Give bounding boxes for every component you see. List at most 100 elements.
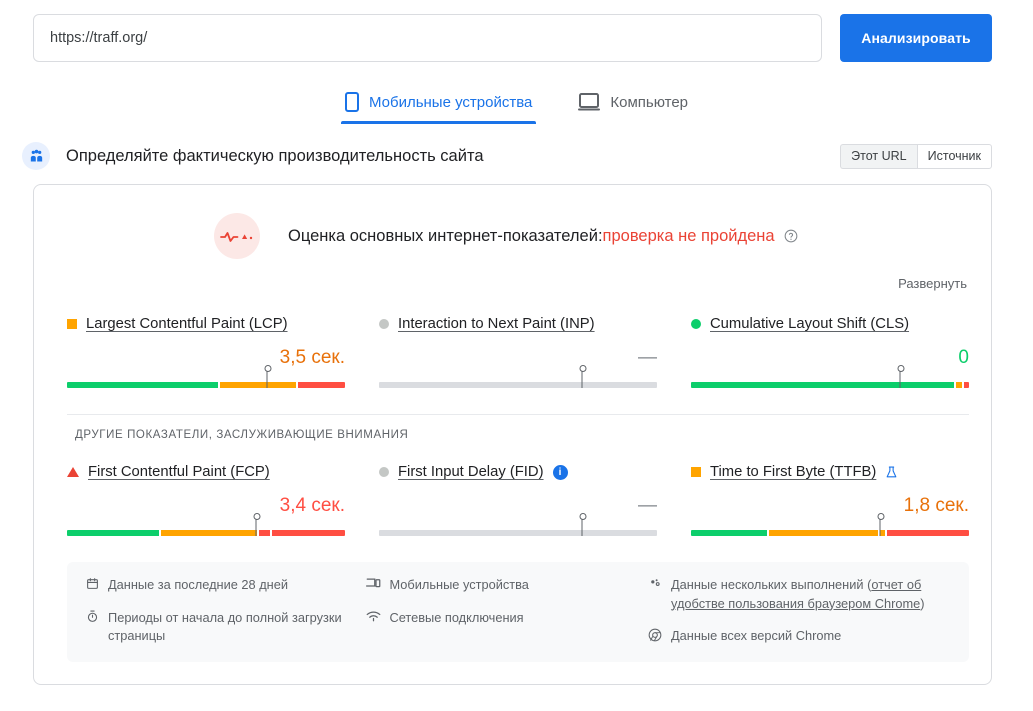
- meta-item-network: Сетевые подключения: [366, 609, 629, 628]
- status-dot-icon: [379, 467, 389, 477]
- metric-cls-bar: [691, 365, 969, 390]
- bar-segment-needs-improvement: [219, 382, 297, 388]
- other-metrics-heading: Другие показатели, заслуживающие внимани…: [75, 429, 409, 441]
- bar-needle: [253, 513, 261, 536]
- metric-cls-head: Cumulative Layout Shift (CLS): [691, 313, 969, 335]
- meta-item-visitors: Данные нескольких выполнений (отчет об у…: [648, 576, 951, 613]
- bar-segment-nodata: [379, 382, 657, 388]
- meta-item-device: Мобильные устройства: [366, 576, 629, 595]
- meta-item-label: Данные всех версий Chrome: [670, 628, 842, 644]
- metric-fcp: First Contentful Paint (FCP) 3,4 сек.: [67, 461, 345, 540]
- scope-origin[interactable]: Источник: [916, 143, 992, 169]
- metric-ttfb-bar: [691, 513, 969, 538]
- metric-ttfb: Time to First Byte (TTFB) 1,8 сек.: [691, 461, 969, 540]
- metric-lcp-head: Largest Contentful Paint (LCP): [67, 313, 345, 335]
- tab-mobile[interactable]: Мобильные устройства: [340, 86, 537, 124]
- calendar-icon: [85, 577, 100, 590]
- bar-needle: [877, 513, 885, 536]
- status-square-icon: [691, 467, 701, 477]
- assessment-label: Оценка основных интернет-показателей:: [288, 226, 603, 245]
- bar-needle: [264, 365, 272, 388]
- flask-icon[interactable]: [885, 465, 898, 480]
- scope-this-url[interactable]: Этот URL: [840, 143, 917, 169]
- meta-item-label: Сетевые подключения: [389, 609, 524, 625]
- bar-segment-poor-a: [258, 530, 270, 536]
- metric-ttfb-name[interactable]: Time to First Byte (TTFB): [710, 464, 876, 480]
- expand-row: Развернуть: [34, 259, 991, 293]
- tab-mobile-label: Мобильные устройства: [368, 93, 533, 111]
- bar-segment-poor: [963, 382, 969, 388]
- other-metrics-grid: First Contentful Paint (FCP) 3,4 сек. Fi…: [34, 441, 991, 540]
- wifi-icon: [366, 610, 381, 622]
- users-icon: [22, 142, 50, 170]
- bar-needle: [897, 365, 904, 388]
- metric-inp-name[interactable]: Interaction to Next Paint (INP): [398, 316, 595, 332]
- url-input[interactable]: [33, 14, 822, 62]
- metric-inp-bar: [379, 365, 657, 390]
- desktop-icon: [578, 93, 601, 111]
- metric-fid: First Input Delay (FID) i —: [379, 461, 657, 540]
- visitors-icon: [648, 577, 663, 590]
- scope-toggle: Этот URL Источник: [840, 143, 992, 169]
- metric-lcp: Largest Contentful Paint (LCP) 3,5 сек.: [67, 313, 345, 392]
- meta-item-date-range: Данные за последние 28 дней: [85, 576, 348, 595]
- status-square-icon: [67, 319, 77, 329]
- metric-ttfb-head: Time to First Byte (TTFB): [691, 461, 969, 483]
- assessment-status: проверка не пройдена: [602, 226, 775, 245]
- metric-lcp-bar: [67, 365, 345, 390]
- analyze-button[interactable]: Анализировать: [840, 14, 992, 62]
- stopwatch-icon: [85, 610, 100, 623]
- bar-segment-good: [67, 382, 218, 388]
- meta-column-2: Мобильные устройства Сетевые подключения: [366, 576, 629, 646]
- bar-segment-poor-b: [271, 530, 345, 536]
- meta-item-label: Данные нескольких выполнений (отчет об у…: [671, 576, 951, 613]
- bar-needle: [579, 365, 587, 388]
- metric-cls: Cumulative Layout Shift (CLS) 0: [691, 313, 969, 392]
- metric-fid-bar: [379, 513, 657, 538]
- assessment-row: Оценка основных интернет-показателей: пр…: [34, 205, 991, 259]
- metric-inp: Interaction to Next Paint (INP) —: [379, 313, 657, 392]
- metric-lcp-value: 3,5 сек.: [279, 347, 345, 368]
- chrome-icon: [648, 628, 663, 642]
- meta-item-label: Периоды от начала до полной загрузки стр…: [108, 609, 342, 644]
- bar-segment-poor: [298, 382, 345, 388]
- bar-segment-good: [691, 530, 768, 536]
- bar-segment-needs-improvement-a: [769, 530, 878, 536]
- status-triangle-icon: [67, 467, 79, 477]
- meta-item-load-period: Периоды от начала до полной загрузки стр…: [85, 609, 348, 646]
- bar-segment-needs-improvement: [161, 530, 257, 536]
- metric-fcp-head: First Contentful Paint (FCP): [67, 461, 345, 483]
- metric-fid-head: First Input Delay (FID) i: [379, 461, 657, 483]
- search-row: Анализировать: [0, 0, 1033, 62]
- bar-needle: [579, 513, 587, 536]
- info-icon[interactable]: i: [552, 464, 568, 480]
- metric-inp-value: —: [638, 347, 657, 368]
- meta-visitors-pre: Данные нескольких выполнений (: [670, 577, 872, 592]
- tab-desktop[interactable]: Компьютер: [574, 86, 692, 124]
- help-circle-icon[interactable]: [784, 229, 798, 243]
- section-title: Определяйте фактическую производительнос…: [66, 146, 484, 165]
- meta-visitors-post: ): [920, 595, 925, 611]
- core-metrics-grid: Largest Contentful Paint (LCP) 3,5 сек. …: [34, 293, 991, 392]
- status-dot-icon: [379, 319, 389, 329]
- status-dot-icon: [691, 319, 701, 329]
- data-source-meta: Данные за последние 28 дней Периоды от н…: [67, 562, 969, 662]
- device-tabs: Мобильные устройства Компьютер: [0, 86, 1033, 124]
- metric-fcp-name[interactable]: First Contentful Paint (FCP): [88, 464, 270, 480]
- metric-fid-name[interactable]: First Input Delay (FID): [398, 464, 544, 480]
- bar-segment-needs-improvement-b: [879, 530, 886, 536]
- pulse-fail-icon: [214, 213, 260, 259]
- meta-item-label: Данные за последние 28 дней: [108, 577, 289, 592]
- expand-link[interactable]: Развернуть: [898, 276, 967, 291]
- bar-segment-needs-improvement: [956, 382, 962, 388]
- tab-desktop-label: Компьютер: [610, 93, 689, 111]
- metric-fcp-bar: [67, 513, 345, 538]
- bar-segment-nodata: [379, 530, 657, 536]
- metric-cls-value: 0: [958, 347, 969, 368]
- mobile-icon: [344, 92, 359, 112]
- metric-lcp-name[interactable]: Largest Contentful Paint (LCP): [86, 316, 288, 332]
- field-data-card: Оценка основных интернет-показателей: пр…: [33, 184, 992, 685]
- metric-cls-name[interactable]: Cumulative Layout Shift (CLS): [710, 316, 909, 332]
- metric-ttfb-value: 1,8 сек.: [903, 495, 969, 516]
- metric-fcp-value: 3,4 сек.: [279, 495, 345, 516]
